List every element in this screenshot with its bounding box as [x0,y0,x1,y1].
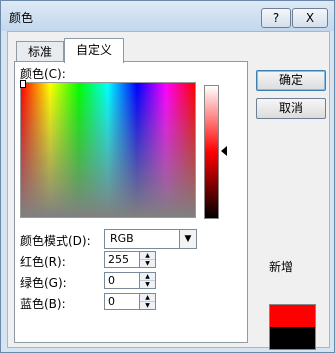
tab-custom[interactable]: 自定义 [64,38,124,63]
tab-standard[interactable]: 标准 [16,41,64,62]
chevron-down-icon[interactable]: ▼ [179,230,196,248]
blue-stepper[interactable]: 0 ▲ ▼ [104,293,156,310]
color-mode-value: RGB [110,232,134,245]
current-color-label: 当前 [271,327,296,341]
red-stepper[interactable]: 255 ▲ ▼ [104,251,156,268]
close-button[interactable]: X [292,8,328,28]
green-label: 绿色(G): [20,276,67,290]
red-input[interactable]: 255 [104,251,140,268]
arrow-up-icon[interactable]: ▲ [140,294,155,302]
luminance-bar[interactable] [204,85,219,219]
green-value: 0 [108,274,115,287]
title-bar[interactable]: 颜色 ? X [1,1,334,31]
green-stepper[interactable]: 0 ▲ ▼ [104,272,156,289]
blue-spin-buttons[interactable]: ▲ ▼ [139,293,156,310]
luminance-slider-arrow[interactable] [221,146,227,156]
blue-value: 0 [108,295,115,308]
ok-button[interactable]: 确定 [256,70,326,91]
red-value: 255 [108,253,129,266]
arrow-down-icon[interactable]: ▼ [140,281,155,288]
arrow-down-icon[interactable]: ▼ [140,260,155,267]
new-color-swatch [270,305,315,327]
blue-input[interactable]: 0 [104,293,140,310]
color-mode-label: 颜色模式(D): [20,234,91,248]
spectrum-cursor[interactable] [20,80,26,88]
color-dialog: 颜色 ? X 标准 自定义 颜色(C): 颜色模式(D): RGB ▼ 红色(R… [0,0,335,353]
help-button[interactable]: ? [261,8,291,28]
green-spin-buttons[interactable]: ▲ ▼ [139,272,156,289]
window-title: 颜色 [9,11,34,25]
blue-label: 蓝色(B): [20,297,66,311]
new-color-label: 新增 [269,260,294,274]
cancel-button[interactable]: 取消 [256,98,326,119]
arrow-up-icon[interactable]: ▲ [140,252,155,260]
green-input[interactable]: 0 [104,272,140,289]
arrow-up-icon[interactable]: ▲ [140,273,155,281]
color-spectrum[interactable] [20,82,196,218]
red-label: 红色(R): [20,255,66,269]
arrow-down-icon[interactable]: ▼ [140,302,155,309]
red-spin-buttons[interactable]: ▲ ▼ [139,251,156,268]
color-mode-select[interactable]: RGB ▼ [104,229,197,249]
color-label: 颜色(C): [20,67,66,81]
dialog-client: 标准 自定义 颜色(C): 颜色模式(D): RGB ▼ 红色(R): 255 … [7,31,330,350]
